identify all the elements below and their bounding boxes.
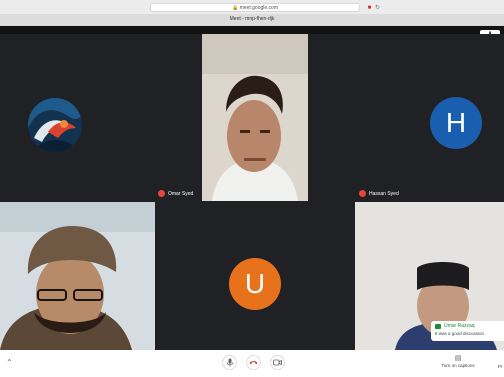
participant-tile-1[interactable] <box>0 34 202 201</box>
url-text: meet.google.com <box>239 5 278 11</box>
bottom-control-bar: ⌃ ▤ Turn on captions Pr <box>0 350 504 377</box>
abstract-art-icon <box>28 98 82 152</box>
video-camera-icon <box>273 359 282 366</box>
chat-sender: Umar Razzaq <box>444 323 475 329</box>
microphone-icon <box>226 358 233 367</box>
participant-tile-5[interactable]: U <box>155 202 355 350</box>
present-button[interactable]: Pr <box>498 364 503 369</box>
tab-bar: Meet - mnp-fhen-djk <box>0 14 504 25</box>
participant-tile-4[interactable] <box>0 202 155 350</box>
participant-tile-3[interactable]: H <box>308 34 504 201</box>
participant-letter-avatar: U <box>229 258 281 310</box>
participant-name: Hassan Syed <box>369 190 399 197</box>
address-bar[interactable]: 🔒 meet.google.com ■ ↻ <box>150 3 380 12</box>
participant-name-tag: Hassan Syed <box>359 190 399 197</box>
end-call-icon <box>249 361 258 365</box>
chat-icon <box>435 323 441 329</box>
participant-video <box>0 202 155 350</box>
participant-video <box>202 34 308 201</box>
chat-notification[interactable]: Umar Razzaq It was a good discussion <box>431 321 504 341</box>
reload-icon[interactable]: ↻ <box>372 5 381 11</box>
mic-muted-icon <box>158 190 165 197</box>
meet-window: 🔒 meet.google.com ■ ↻ Meet - mnp-fhen-dj… <box>0 0 504 377</box>
captions-button[interactable]: ▤ Turn on captions <box>436 354 480 368</box>
browser-chrome: 🔒 meet.google.com ■ ↻ Meet - mnp-fhen-dj… <box>0 0 504 26</box>
chat-message: It was a good discussion <box>435 331 485 336</box>
camera-recording-icon[interactable]: ■ ↻ <box>368 4 381 12</box>
meet-grid: ♟ Ana <box>0 26 504 350</box>
captions-label: Turn on captions <box>441 363 475 368</box>
closed-captions-icon: ▤ <box>454 355 462 362</box>
chevron-up-icon[interactable]: ⌃ <box>6 358 13 367</box>
end-call-button[interactable] <box>246 355 261 370</box>
camera-button[interactable] <box>270 355 285 370</box>
top-strip <box>0 26 504 34</box>
participant-name-tag: Omar Syed <box>158 190 193 197</box>
participant-image-avatar <box>28 98 82 152</box>
participant-name: Omar Syed <box>168 190 194 197</box>
tab-title[interactable]: Meet - mnp-fhen-djk <box>0 14 504 25</box>
mic-muted-icon <box>359 190 366 197</box>
participant-letter-avatar: H <box>430 97 482 149</box>
mic-button[interactable] <box>222 355 237 370</box>
participant-tile-2[interactable] <box>202 34 308 201</box>
lock-icon: 🔒 <box>232 5 239 11</box>
